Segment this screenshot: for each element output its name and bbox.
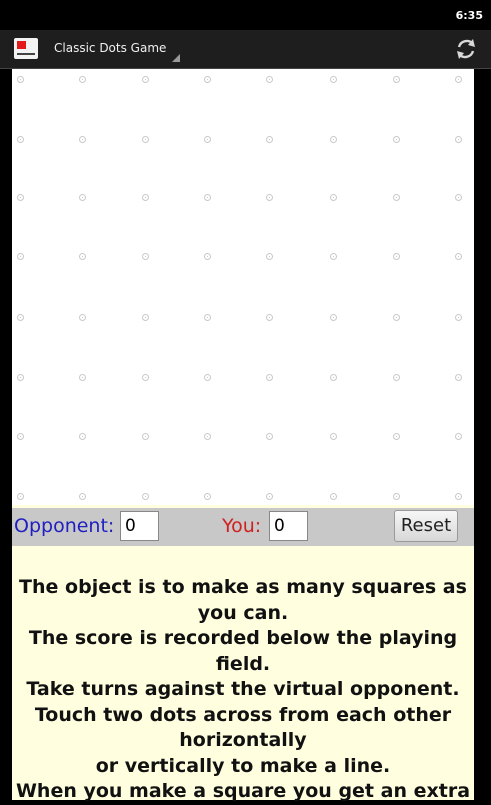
grid-dot[interactable]	[79, 433, 86, 440]
grid-dot[interactable]	[330, 253, 337, 260]
opponent-score-field[interactable]	[120, 511, 159, 541]
instruction-line: horizontally	[179, 729, 307, 751]
grid-dot[interactable]	[330, 76, 337, 83]
grid-dot[interactable]	[17, 76, 24, 83]
grid-dot[interactable]	[266, 433, 273, 440]
grid-dot[interactable]	[79, 314, 86, 321]
instruction-line: or vertically to make a line.	[95, 754, 391, 777]
grid-dot[interactable]	[455, 493, 462, 500]
instruction-line: Take turns against the virtual opponent.	[26, 678, 460, 700]
action-bar: Classic Dots Game	[0, 30, 491, 69]
grid-dot[interactable]	[142, 433, 149, 440]
grid-dot[interactable]	[393, 136, 400, 143]
grid-dot[interactable]	[17, 493, 24, 500]
grid-dot[interactable]	[266, 76, 273, 83]
grid-dot[interactable]	[17, 374, 24, 381]
grid-dot[interactable]	[393, 314, 400, 321]
grid-dot[interactable]	[204, 194, 211, 201]
grid-dot[interactable]	[204, 76, 211, 83]
grid-dot[interactable]	[17, 433, 24, 440]
grid-dot[interactable]	[266, 493, 273, 500]
refresh-button[interactable]	[453, 36, 479, 62]
grid-dot[interactable]	[455, 374, 462, 381]
grid-dot[interactable]	[204, 493, 211, 500]
grid-dot[interactable]	[393, 253, 400, 260]
status-bar: 6:35	[0, 0, 491, 30]
grid-dot[interactable]	[393, 76, 400, 83]
grid-dot[interactable]	[393, 194, 400, 201]
grid-dot[interactable]	[266, 253, 273, 260]
grid-dot[interactable]	[204, 374, 211, 381]
instruction-line: Touch two dots across from each other	[34, 703, 452, 726]
grid-dot[interactable]	[17, 253, 24, 260]
dropdown-caret-icon	[172, 54, 180, 62]
app-icon[interactable]	[14, 38, 38, 59]
grid-dot[interactable]	[79, 253, 86, 260]
grid-dot[interactable]	[393, 493, 400, 500]
grid-dot[interactable]	[204, 136, 211, 143]
grid-dot[interactable]	[266, 136, 273, 143]
grid-dot[interactable]	[330, 136, 337, 143]
grid-dot[interactable]	[17, 136, 24, 143]
score-bar: Opponent: You: Reset	[12, 508, 474, 546]
grid-dot[interactable]	[330, 433, 337, 440]
grid-dot[interactable]	[204, 314, 211, 321]
grid-dot[interactable]	[142, 493, 149, 500]
grid-dot[interactable]	[455, 136, 462, 143]
grid-dot[interactable]	[142, 314, 149, 321]
grid-dot[interactable]	[79, 194, 86, 201]
game-board[interactable]	[12, 69, 474, 505]
grid-dot[interactable]	[455, 253, 462, 260]
grid-dot[interactable]	[142, 374, 149, 381]
grid-dot[interactable]	[455, 194, 462, 201]
grid-dot[interactable]	[204, 433, 211, 440]
grid-dot[interactable]	[17, 314, 24, 321]
instructions-text: The object is to make as many squares as…	[12, 575, 474, 805]
grid-dot[interactable]	[455, 433, 462, 440]
you-label: You:	[222, 515, 262, 537]
instruction-line: The object is to make as many squares as	[19, 576, 467, 598]
grid-dot[interactable]	[393, 374, 400, 381]
opponent-label: Opponent:	[14, 515, 115, 537]
grid-dot[interactable]	[330, 194, 337, 201]
instruction-line: The score is recorded below the playing	[28, 627, 458, 649]
instruction-line: field.	[215, 652, 271, 675]
grid-dot[interactable]	[266, 314, 273, 321]
grid-dot[interactable]	[79, 493, 86, 500]
grid-dot[interactable]	[266, 194, 273, 201]
reset-button[interactable]: Reset	[394, 510, 458, 542]
grid-dot[interactable]	[455, 76, 462, 83]
you-score-field[interactable]	[269, 511, 308, 541]
status-time: 6:35	[455, 9, 483, 22]
grid-dot[interactable]	[142, 136, 149, 143]
grid-dot[interactable]	[455, 314, 462, 321]
instruction-line: When you make a square you get an extra	[15, 780, 471, 802]
content-area: Opponent: You: Reset The object is to ma…	[12, 69, 474, 802]
grid-dot[interactable]	[393, 433, 400, 440]
grid-dot[interactable]	[142, 76, 149, 83]
grid-dot[interactable]	[79, 374, 86, 381]
grid-dot[interactable]	[142, 253, 149, 260]
instruction-line: you can.	[197, 601, 289, 624]
grid-dot[interactable]	[17, 194, 24, 201]
grid-dot[interactable]	[330, 314, 337, 321]
grid-dot[interactable]	[330, 493, 337, 500]
grid-dot[interactable]	[79, 136, 86, 143]
grid-dot[interactable]	[204, 253, 211, 260]
grid-dot[interactable]	[79, 76, 86, 83]
refresh-icon	[457, 39, 475, 59]
grid-dot[interactable]	[266, 374, 273, 381]
grid-dot[interactable]	[142, 194, 149, 201]
grid-dot[interactable]	[330, 374, 337, 381]
app-title[interactable]: Classic Dots Game	[54, 41, 166, 55]
